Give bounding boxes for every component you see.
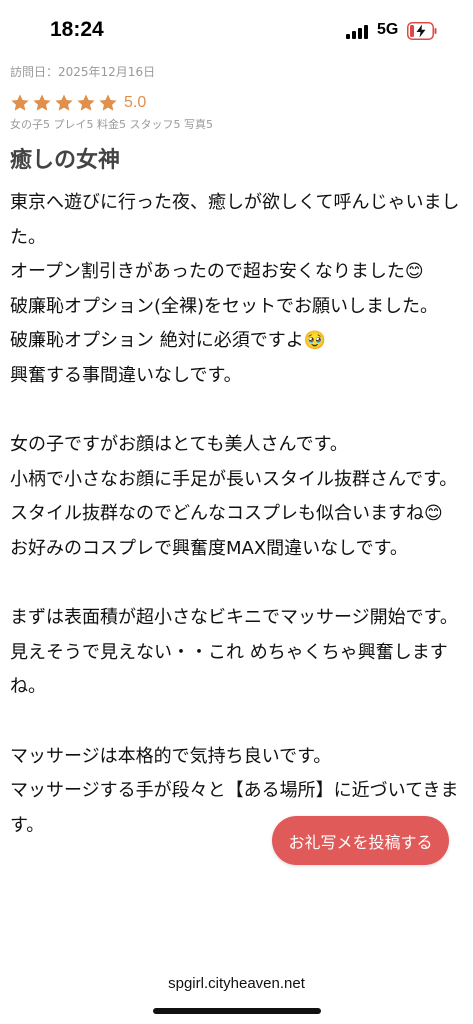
signal-strength-icon	[346, 25, 370, 39]
battery-charging-icon	[407, 22, 437, 40]
star-icon	[77, 94, 95, 111]
review-title: 癒しの女神	[10, 148, 121, 173]
browser-url-bar[interactable]: spgirl.cityheaven.net	[0, 960, 473, 1024]
status-time: 18:24	[50, 18, 104, 41]
star-icon	[55, 94, 73, 111]
scroll-fade	[0, 940, 473, 962]
status-bar: 18:24 5G	[0, 0, 473, 64]
url-text[interactable]: spgirl.cityheaven.net	[0, 975, 473, 992]
visit-date: 訪問日：2025年12月16日	[10, 65, 156, 79]
rating-score: 5.0	[124, 94, 147, 111]
home-indicator[interactable]	[153, 1008, 321, 1014]
star-icon	[99, 94, 117, 111]
network-type: 5G	[377, 21, 399, 38]
star-icon	[33, 94, 51, 111]
post-thanks-photo-button[interactable]: お礼写メを投稿する	[272, 816, 449, 865]
star-icon	[11, 94, 29, 111]
category-scores: 女の子5 プレイ5 料金5 スタッフ5 写真5	[10, 118, 213, 131]
rating-row: 5.0	[10, 90, 465, 116]
